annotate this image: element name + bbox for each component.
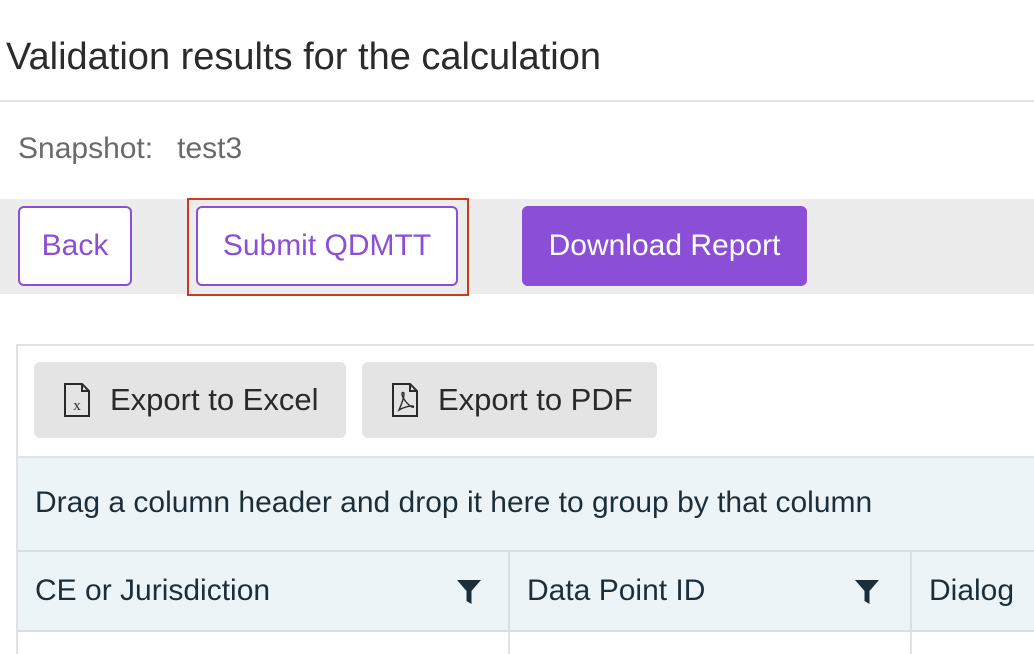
column-header-dialog[interactable]: Dialog xyxy=(912,552,1034,632)
snapshot-label: Snapshot: xyxy=(18,132,154,165)
grid-toolbar: x Export to Excel Export to PDF xyxy=(18,346,1034,456)
page-title: Validation results for the calculation xyxy=(6,36,601,78)
grid-header-row: CE or Jurisdiction Data Point ID Dialog xyxy=(18,550,1034,632)
action-toolbar: Back Submit QDMTT Download Report xyxy=(0,198,1034,296)
table-cell xyxy=(510,632,912,654)
table-row xyxy=(18,632,1034,654)
back-button[interactable]: Back xyxy=(18,206,132,286)
snapshot-info: Snapshot: test3 xyxy=(18,132,242,166)
pdf-file-icon xyxy=(392,383,418,417)
title-divider xyxy=(0,100,1034,102)
svg-text:x: x xyxy=(73,398,81,414)
filter-icon[interactable] xyxy=(456,578,482,606)
table-cell xyxy=(18,632,510,654)
filter-icon[interactable] xyxy=(854,578,880,606)
column-header-data-point-id[interactable]: Data Point ID xyxy=(510,552,912,632)
export-pdf-label: Export to PDF xyxy=(438,382,633,417)
download-report-button[interactable]: Download Report xyxy=(522,206,807,286)
page: Validation results for the calculation S… xyxy=(0,0,1034,654)
export-pdf-button[interactable]: Export to PDF xyxy=(362,362,657,438)
excel-file-icon: x xyxy=(64,383,90,417)
group-panel-hint: Drag a column header and drop it here to… xyxy=(35,486,873,519)
column-label: CE or Jurisdiction xyxy=(35,574,271,607)
column-label: Data Point ID xyxy=(527,574,706,607)
column-header-ce-jurisdiction[interactable]: CE or Jurisdiction xyxy=(18,552,510,632)
export-excel-label: Export to Excel xyxy=(110,382,319,417)
group-by-panel[interactable]: Drag a column header and drop it here to… xyxy=(18,456,1034,550)
export-excel-button[interactable]: x Export to Excel xyxy=(34,362,346,438)
submit-qdmtt-button[interactable]: Submit QDMTT xyxy=(196,206,458,286)
results-grid: x Export to Excel Export to PDF Drag a c… xyxy=(16,344,1034,654)
column-label: Dialog xyxy=(929,574,1015,607)
snapshot-value: test3 xyxy=(177,132,243,165)
